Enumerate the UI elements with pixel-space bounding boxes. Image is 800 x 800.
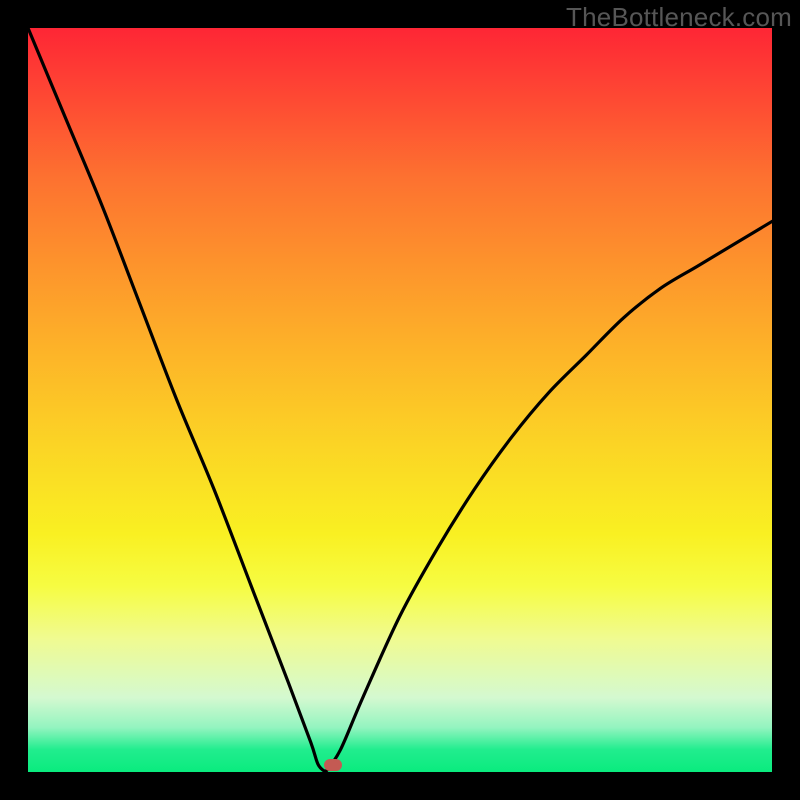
plot-area: [28, 28, 772, 772]
chart-frame: TheBottleneck.com: [0, 0, 800, 800]
watermark-text: TheBottleneck.com: [566, 2, 792, 33]
bottleneck-curve: [28, 28, 772, 772]
minimum-marker: [324, 759, 342, 771]
